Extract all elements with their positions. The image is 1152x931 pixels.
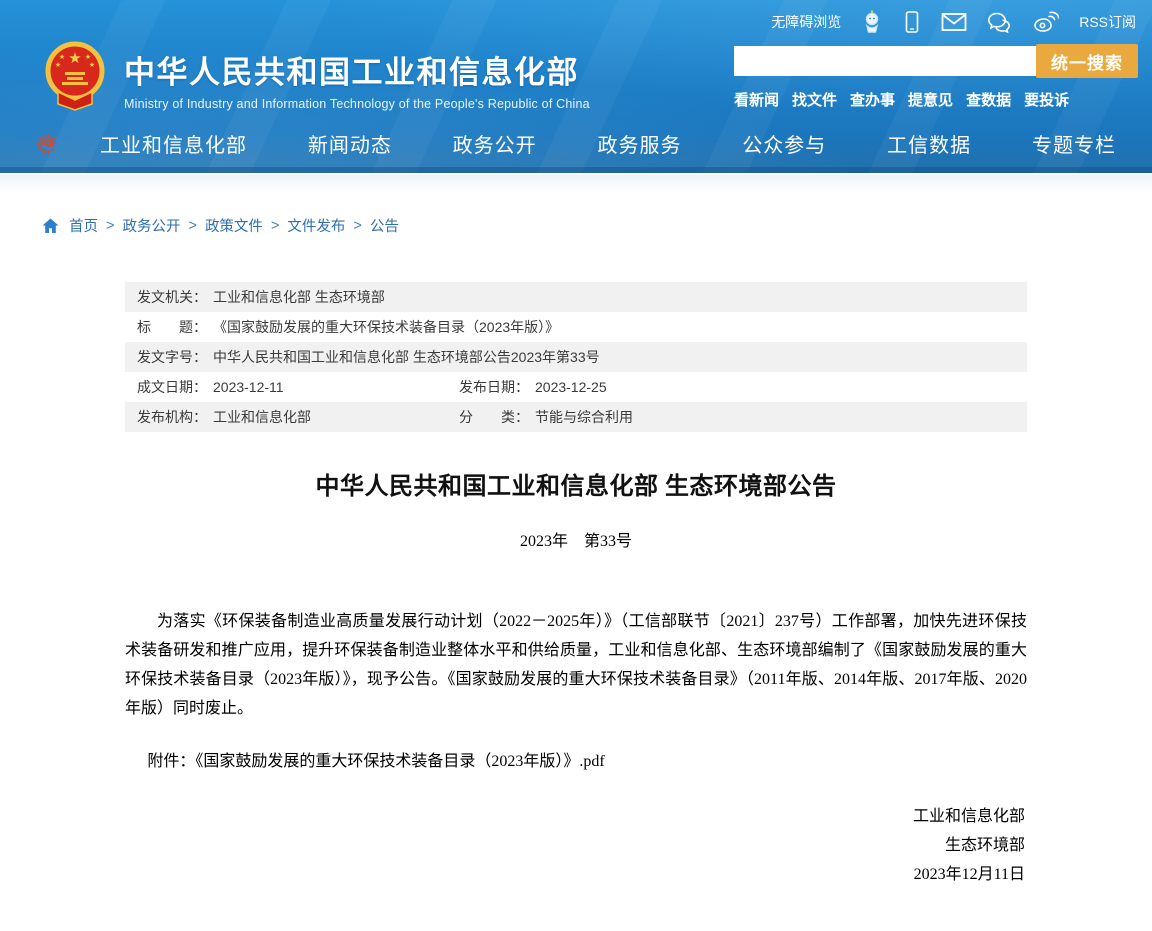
site-header: 无障碍浏览	[0, 0, 1152, 173]
meta-label: 分 类：	[459, 407, 529, 427]
meta-cell: 发文字号： 中华人民共和国工业和信息化部 生态环境部公告2023年第33号	[137, 347, 600, 367]
nav-item-6[interactable]: 工信数据	[887, 129, 971, 158]
breadcrumb-items: 首页 > 政务公开 > 政策文件 > 文件发布 > 公告	[69, 215, 399, 236]
breadcrumb: 首页 > 政务公开 > 政策文件 > 文件发布 > 公告	[42, 215, 1152, 236]
site-title: 中华人民共和国工业和信息化部	[124, 47, 590, 92]
search-area: 统一搜索 看新闻找文件查办事提意见查数据要投诉	[734, 44, 1138, 110]
quick-link-3[interactable]: 查办事	[850, 89, 895, 110]
robot-mascot-icon[interactable]	[861, 10, 883, 34]
breadcrumb-item-4[interactable]: 文件发布	[287, 215, 345, 236]
utility-topbar: 无障碍浏览	[0, 0, 1152, 34]
nav-item-3[interactable]: 政务公开	[453, 129, 537, 158]
site-title-english: Ministry of Industry and Information Tec…	[124, 97, 590, 111]
meta-value: 2023-12-11	[213, 379, 284, 395]
nav-item-4[interactable]: 政务服务	[597, 129, 681, 158]
breadcrumb-separator: >	[106, 218, 114, 234]
breadcrumb-separator: >	[353, 218, 361, 234]
mobile-icon[interactable]	[903, 10, 921, 34]
nav-item-7[interactable]: 专题专栏	[1032, 129, 1116, 158]
home-icon[interactable]	[42, 218, 59, 234]
meta-value: 2023-12-25	[535, 379, 607, 395]
nav-item-5[interactable]: 公众参与	[742, 129, 826, 158]
brand-row: ★ ★ ★ ★ ★ 中华人民共和国工业和信息化部 Ministry of Ind…	[0, 34, 1152, 117]
meta-cell: 分 类： 节能与综合利用	[459, 407, 633, 427]
meta-label: 成文日期：	[137, 377, 207, 397]
meta-cell: 成文日期： 2023-12-11	[137, 377, 459, 397]
wechat-icon[interactable]	[987, 11, 1013, 33]
main-nav: 工业和信息化部 新闻动态 政务公开 政务服务 公众参与 工信数据 专题专栏	[0, 120, 1152, 173]
miit-logo-icon	[36, 131, 60, 157]
breadcrumb-item-2[interactable]: 政务公开	[122, 215, 180, 236]
attachment-pdf-link[interactable]: 附件：《国家鼓励发展的重大环保技术装备目录（2023年版）》.pdf	[147, 747, 604, 776]
search-input[interactable]	[734, 46, 1036, 76]
meta-label: 发布机构：	[137, 407, 207, 427]
weibo-icon[interactable]	[1033, 11, 1059, 33]
meta-value: 中华人民共和国工业和信息化部 生态环境部公告2023年第33号	[213, 347, 600, 367]
national-emblem-icon: ★ ★ ★ ★ ★	[42, 40, 108, 117]
meta-table-row: 发文机关： 工业和信息化部 生态环境部	[125, 282, 1027, 312]
meta-label: 发文字号：	[137, 347, 207, 367]
svg-text:★: ★	[55, 61, 61, 69]
signature-line-3: 2023年12月11日	[125, 860, 1025, 889]
svg-text:★: ★	[89, 61, 95, 69]
article: 中华人民共和国工业和信息化部 生态环境部公告 2023年 第33号 为落实《环保…	[125, 466, 1027, 889]
signature-line-2: 生态环境部	[125, 831, 1025, 860]
nav-item-2[interactable]: 新闻动态	[308, 129, 392, 158]
breadcrumb-item-3[interactable]: 政策文件	[205, 215, 263, 236]
quick-link-6[interactable]: 要投诉	[1024, 89, 1069, 110]
meta-label: 发文机关：	[137, 287, 207, 307]
signature-block: 工业和信息化部生态环境部2023年12月11日	[125, 802, 1027, 889]
breadcrumb-item-1[interactable]: 首页	[69, 215, 98, 236]
meta-cell: 发文机关： 工业和信息化部 生态环境部	[137, 287, 385, 307]
accessibility-link[interactable]: 无障碍浏览	[771, 12, 841, 32]
svg-text:★: ★	[85, 53, 91, 61]
document-body-paragraph: 为落实《环保装备制造业高质量发展行动计划（2022－2025年）》（工信部联节〔…	[125, 607, 1027, 723]
document-meta-table: 发文机关： 工业和信息化部 生态环境部标 题： 《国家鼓励发展的重大环保技术装备目录…	[125, 282, 1027, 432]
rss-link[interactable]: RSS订阅	[1079, 12, 1136, 32]
meta-value: 节能与综合利用	[535, 407, 633, 427]
breadcrumb-item-5[interactable]: 公告	[370, 215, 399, 236]
meta-cell: 标 题： 《国家鼓励发展的重大环保技术装备目录（2023年版）》	[137, 317, 559, 337]
header-shadow	[0, 173, 1152, 191]
meta-label: 发布日期：	[459, 377, 529, 397]
mail-icon[interactable]	[941, 12, 967, 32]
meta-cell: 发布机构： 工业和信息化部	[137, 407, 459, 427]
meta-value: 工业和信息化部	[213, 407, 311, 427]
quick-link-2[interactable]: 找文件	[792, 89, 837, 110]
signature-line-1: 工业和信息化部	[125, 802, 1025, 831]
nav-item-1[interactable]: 工业和信息化部	[100, 129, 247, 158]
meta-table-row: 标 题： 《国家鼓励发展的重大环保技术装备目录（2023年版）》	[125, 312, 1027, 342]
meta-table-row: 发文字号： 中华人民共和国工业和信息化部 生态环境部公告2023年第33号	[125, 342, 1027, 372]
meta-value: 工业和信息化部 生态环境部	[213, 287, 385, 307]
quick-links: 看新闻找文件查办事提意见查数据要投诉	[734, 89, 1138, 110]
quick-link-4[interactable]: 提意见	[908, 89, 953, 110]
breadcrumb-separator: >	[271, 218, 279, 234]
quick-link-1[interactable]: 看新闻	[734, 89, 779, 110]
document-title: 中华人民共和国工业和信息化部 生态环境部公告	[125, 466, 1027, 501]
svg-text:★: ★	[59, 53, 65, 61]
breadcrumb-separator: >	[188, 218, 196, 234]
svg-text:★: ★	[68, 50, 81, 67]
meta-cell: 发布日期： 2023-12-25	[459, 377, 607, 397]
meta-label: 标 题：	[137, 317, 207, 337]
document-number: 2023年 第33号	[125, 527, 1027, 551]
search-button[interactable]: 统一搜索	[1036, 44, 1138, 78]
quick-link-5[interactable]: 查数据	[966, 89, 1011, 110]
meta-table-row: 发布机构： 工业和信息化部 分 类： 节能与综合利用	[125, 402, 1027, 432]
meta-value: 《国家鼓励发展的重大环保技术装备目录（2023年版）》	[213, 317, 559, 337]
meta-table-row: 成文日期： 2023-12-11 发布日期： 2023-12-25	[125, 372, 1027, 402]
announcement-page: 发文机关：工业和信息化部 生态环境部标 题：《国家鼓励发展的重大环保技术装备目录…	[125, 282, 1027, 889]
nav-items: 工业和信息化部 新闻动态 政务公开 政务服务 公众参与 工信数据 专题专栏	[100, 129, 1116, 158]
